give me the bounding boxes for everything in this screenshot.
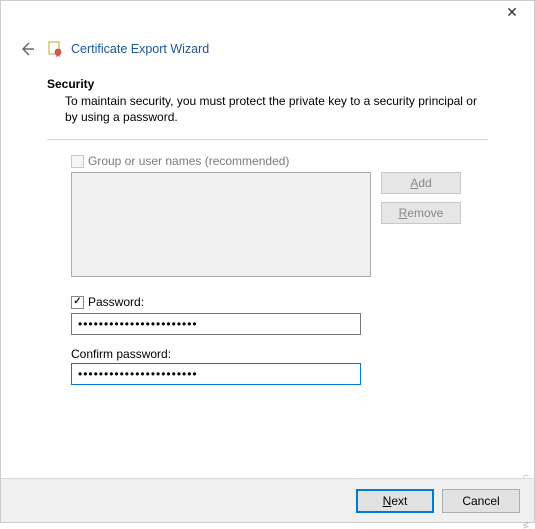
close-button[interactable]: ✕ [492, 1, 532, 25]
password-checkbox[interactable] [71, 296, 84, 309]
password-label: Password: [88, 295, 144, 309]
cancel-button[interactable]: Cancel [442, 489, 520, 513]
confirm-password-input[interactable] [71, 363, 361, 385]
group-users-checkbox [71, 155, 84, 168]
divider [47, 139, 488, 140]
group-users-listbox [71, 172, 371, 277]
group-users-label: Group or user names (recommended) [88, 154, 289, 168]
next-button[interactable]: Next [356, 489, 434, 513]
wizard-title: Certificate Export Wizard [71, 42, 209, 56]
confirm-password-label: Confirm password: [71, 347, 488, 361]
section-heading: Security [47, 77, 488, 91]
section-description: To maintain security, you must protect t… [47, 93, 488, 125]
back-button[interactable] [17, 39, 37, 59]
add-button: Add [381, 172, 461, 194]
certificate-icon [47, 41, 63, 57]
password-input[interactable] [71, 313, 361, 335]
remove-button: Remove [381, 202, 461, 224]
